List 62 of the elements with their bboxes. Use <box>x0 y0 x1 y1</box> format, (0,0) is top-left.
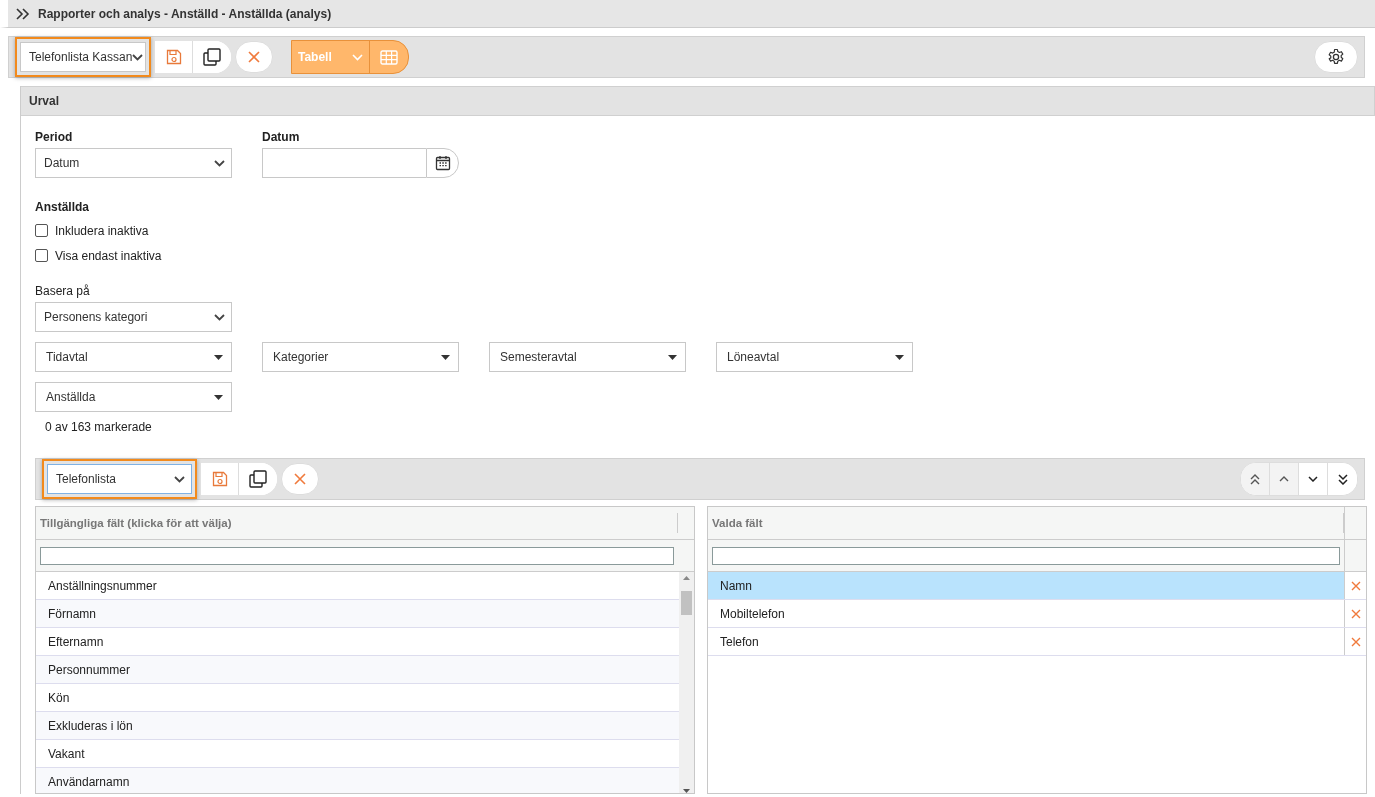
close-icon <box>248 51 260 63</box>
checkbox[interactable] <box>35 249 48 262</box>
filter-dropdown[interactable]: Anställda <box>35 382 232 412</box>
list-item[interactable]: Personnummer <box>36 656 679 684</box>
remove-icon[interactable] <box>1350 608 1361 619</box>
selection-count: 0 av 163 markerade <box>44 419 153 436</box>
double-chevron-down-icon <box>1337 473 1348 485</box>
settings-icon <box>1327 48 1345 66</box>
double-chevron-icon[interactable] <box>16 7 30 20</box>
chevron-down-icon <box>352 53 363 61</box>
scrollbar[interactable] <box>679 572 694 793</box>
column-header: Tillgängliga fält (klicka för att välja) <box>36 513 678 533</box>
double-chevron-up-icon <box>1250 473 1260 485</box>
filter-field[interactable] <box>712 546 1340 565</box>
chevron-down-icon <box>214 313 225 321</box>
list-item[interactable]: Exkluderas i lön <box>36 712 679 740</box>
move-top-button[interactable] <box>1241 463 1270 495</box>
caret-down-icon <box>441 354 450 360</box>
calendar-icon <box>434 155 451 171</box>
filter-dropdown[interactable]: Semesteravtal <box>489 342 686 372</box>
filter-dropdown[interactable]: Kategorier <box>262 342 459 372</box>
chevron-down-icon <box>132 53 144 61</box>
table-icon <box>380 49 398 65</box>
chevron-down-icon <box>174 475 185 483</box>
checkbox-label: Visa endast inaktiva <box>55 248 162 263</box>
list-item[interactable]: Förnamn <box>36 600 679 628</box>
period-dropdown[interactable]: Datum <box>35 148 232 178</box>
save-icon <box>165 49 182 65</box>
remove-icon[interactable] <box>1350 580 1361 591</box>
filter-dropdown[interactable]: Löneavtal <box>716 342 913 372</box>
save-icon <box>211 471 228 487</box>
base-dropdown[interactable]: Personens kategori <box>35 302 232 332</box>
list-item[interactable]: Användarnamn <box>36 768 679 793</box>
layout-dropdown[interactable]: Telefonlista <box>47 464 192 494</box>
section-label: Anställda <box>35 200 90 216</box>
page-title: Rapporter och analys - Anställd - Anställda (analys) <box>38 6 332 21</box>
copy-icon <box>203 48 221 66</box>
checkbox[interactable] <box>35 224 48 237</box>
list-item[interactable]: Namn <box>708 572 1344 599</box>
caret-down-icon <box>214 394 223 400</box>
remove-icon[interactable] <box>1350 636 1361 647</box>
checkbox-label: Inkludera inaktiva <box>55 223 149 238</box>
close-icon <box>294 473 306 485</box>
chevron-down-icon <box>1308 476 1318 482</box>
section-header: Urval <box>21 86 1375 116</box>
caret-down-icon <box>668 354 677 360</box>
column-header: Valda fält <box>708 513 1344 533</box>
move-up-button[interactable] <box>1270 463 1299 495</box>
caret-down-icon <box>895 354 904 360</box>
filter-field[interactable] <box>40 546 674 565</box>
field-label: Basera på <box>35 284 91 300</box>
report-dropdown[interactable]: Telefonlista Kassan <box>20 42 146 72</box>
caret-down-icon <box>214 354 223 360</box>
chevron-down-icon <box>214 159 225 167</box>
copy-icon <box>249 470 267 488</box>
chevron-up-icon <box>1279 476 1289 482</box>
calendar-button[interactable] <box>426 148 459 178</box>
date-field[interactable] <box>262 148 426 178</box>
filter-dropdown[interactable]: Tidavtal <box>35 342 232 372</box>
settings-button[interactable] <box>1314 41 1358 73</box>
field-label: Datum <box>262 130 301 146</box>
field-label: Period <box>35 130 74 146</box>
